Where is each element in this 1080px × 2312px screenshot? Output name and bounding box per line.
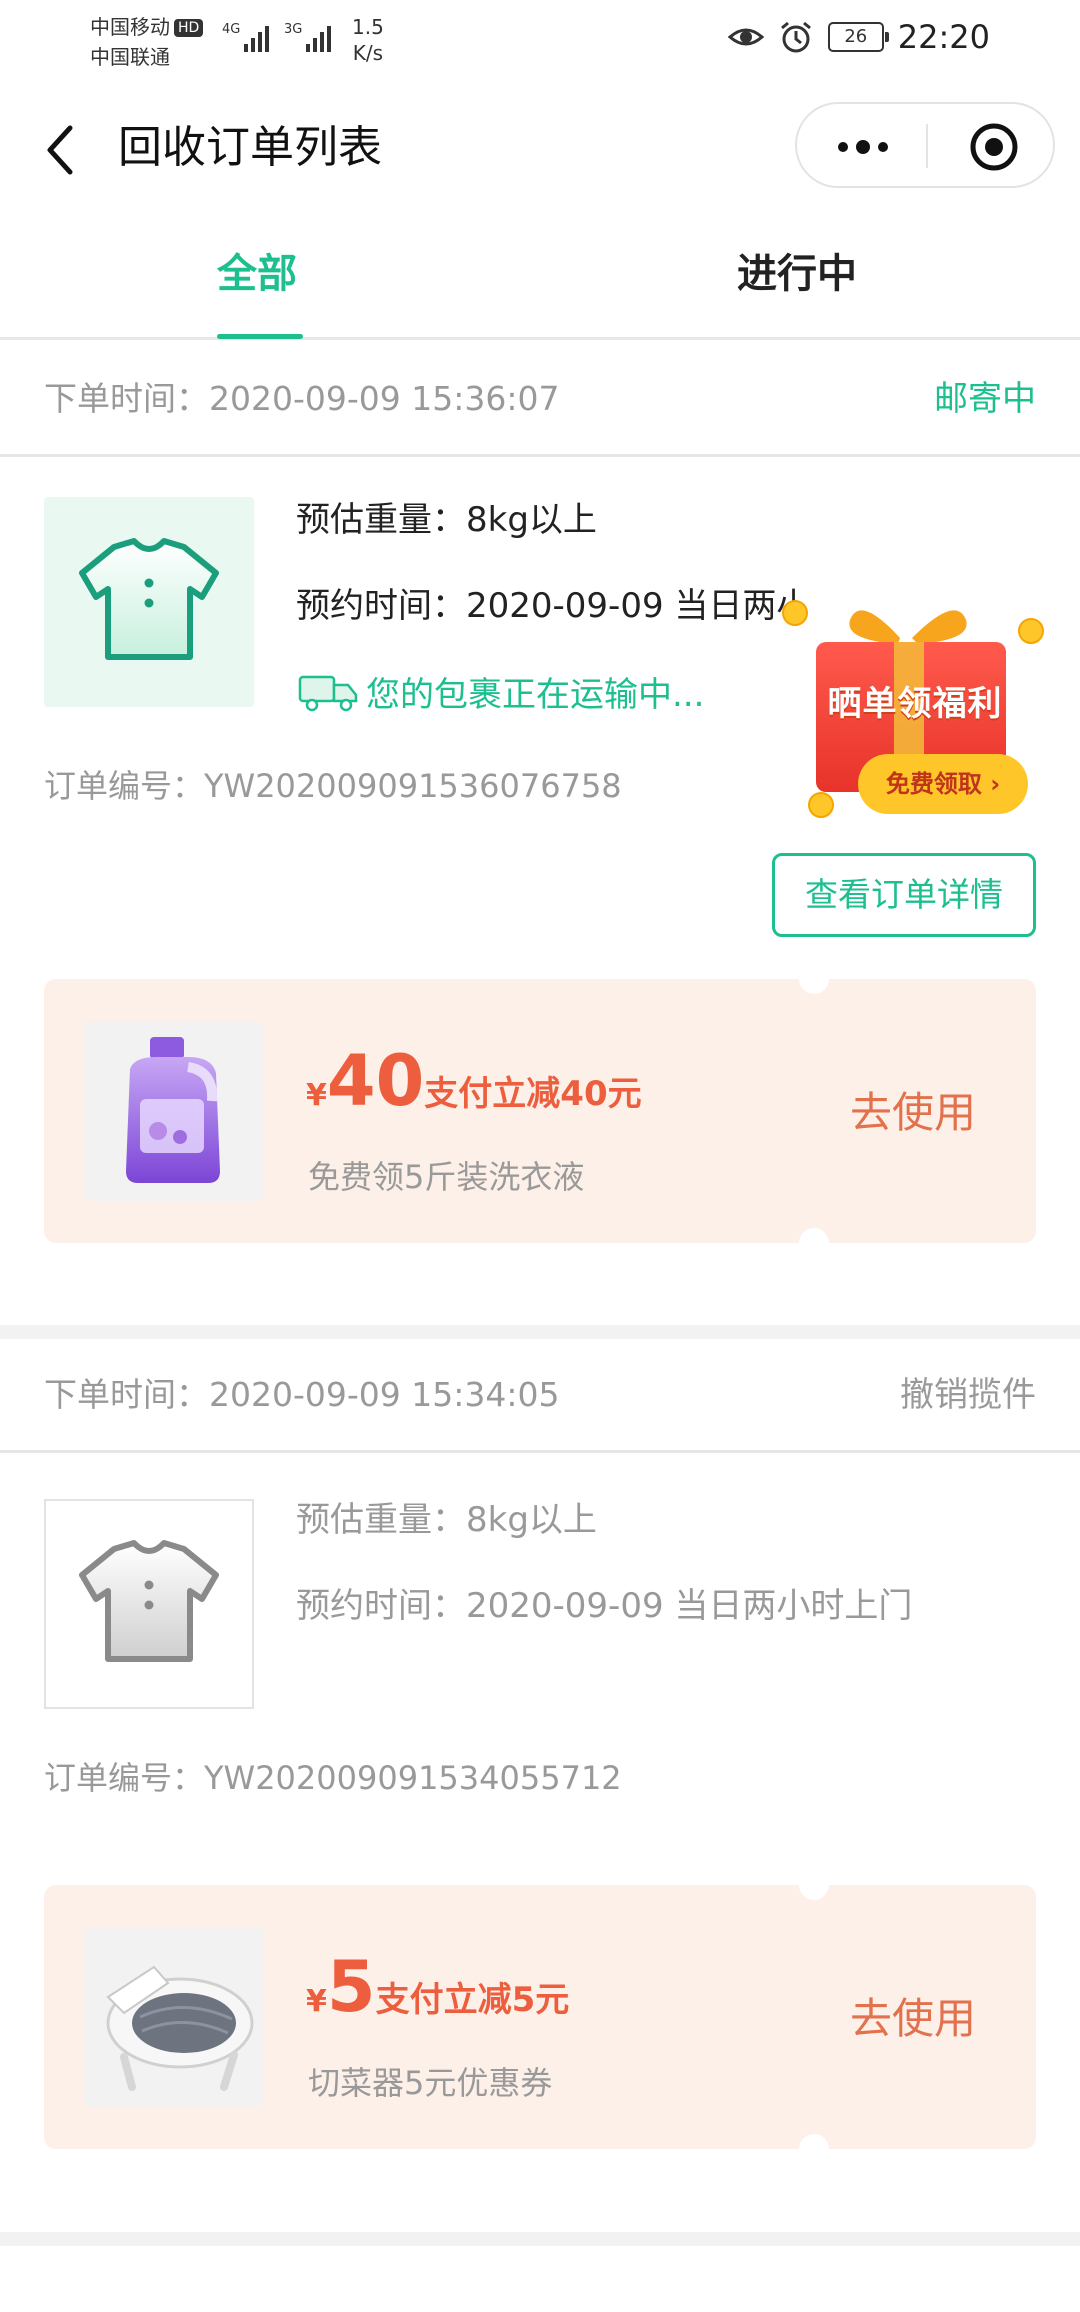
coupon-amount: 5 <box>326 1946 376 2028</box>
net-speed-value: 1.5 <box>352 15 384 39</box>
coupon-notch-top <box>799 1870 829 1900</box>
gift-sparkle-dot <box>808 792 834 818</box>
carrier-1: 中国移动 <box>90 15 170 39</box>
coupon-price: ¥5支付立减5元 <box>306 1947 569 2027</box>
status-bar: 中国移动 HD 中国联通 4G 3G 1.5 K/s 26 22:20 <box>0 0 1080 80</box>
close-target-icon[interactable] <box>969 122 1019 172</box>
signal-type-2: 3G <box>284 22 303 37</box>
order-time-label: 下单时间： <box>44 1375 209 1414</box>
signal-bars-2-icon <box>306 22 331 52</box>
alarm-icon <box>780 21 811 53</box>
battery-icon: 26 <box>827 22 889 52</box>
estimated-weight: 预估重量：8kg以上 <box>296 1500 597 1540</box>
coupon-notch-top <box>799 964 829 994</box>
view-order-detail-button[interactable]: 查看订单详情 <box>772 853 1036 937</box>
carrier-2: 中国联通 <box>90 45 170 69</box>
signal-bars-1-icon <box>244 22 269 52</box>
shipping-status: 您的包裹正在运输中... <box>296 667 704 716</box>
shirt-icon <box>79 1540 219 1662</box>
order-status: 撤销揽件 <box>900 1375 1036 1415</box>
free-claim-button[interactable]: 免费领取 › <box>858 754 1028 814</box>
coupon-subtitle: 免费领5斤装洗衣液 <box>308 1158 585 1196</box>
order-status: 邮寄中 <box>934 379 1036 419</box>
clock: 22:20 <box>897 18 990 56</box>
coupon-description: 支付立减40元 <box>424 1074 642 1114</box>
coupon-subtitle: 切菜器5元优惠券 <box>308 2064 553 2102</box>
delivery-truck-icon <box>298 675 358 711</box>
coupon-currency: ¥ <box>306 1984 327 2019</box>
gift-sparkle-dot <box>782 600 808 626</box>
use-coupon-button[interactable]: 去使用 <box>850 1083 976 1143</box>
tab-all[interactable]: 全部 <box>217 246 297 302</box>
back-arrow-icon[interactable] <box>40 120 80 180</box>
order-card: 下单时间：2020-09-09 15:36:07 邮寄中 预估重量：8kg以上 … <box>0 343 1080 1325</box>
vegetable-cutter-product-image <box>84 1927 264 2107</box>
vegetable-cutter-icon <box>106 1965 254 2091</box>
coupon-amount: 40 <box>326 1040 425 1122</box>
appointment-time: 预约时间：2020-09-09 当日两小时上 <box>296 586 796 626</box>
miniprogram-capsule <box>795 102 1055 188</box>
gift-sparkle-dot <box>1018 618 1044 644</box>
shipping-text: 您的包裹正在运输中... <box>366 675 705 715</box>
coupon-card[interactable]: ¥40支付立减40元 免费领5斤装洗衣液 去使用 <box>44 964 1036 1258</box>
order-header: 下单时间：2020-09-09 15:36:07 邮寄中 <box>0 343 1080 457</box>
page-title: 回收订单列表 <box>118 122 382 173</box>
shirt-icon <box>79 538 219 660</box>
signal-type-1: 4G <box>222 22 241 37</box>
clothing-thumbnail <box>44 1499 254 1709</box>
more-dots-icon[interactable] <box>833 132 893 162</box>
order-number: 订单编号：YW202009091536076758 <box>44 767 622 805</box>
net-speed-unit: K/s <box>352 41 384 65</box>
order-time-value: 2020-09-09 15:36:07 <box>209 379 560 418</box>
appointment-time: 预约时间：2020-09-09 当日两小时上门 <box>296 1586 913 1626</box>
coupon-notch-bottom <box>799 2134 829 2164</box>
order-card: 下单时间：2020-09-09 15:34:05 撤销揽件 预估重量：8kg以上… <box>0 1339 1080 2239</box>
capsule-divider <box>926 124 928 168</box>
network-speed: 1.5 K/s <box>352 14 384 66</box>
next-order-card-partial <box>0 2246 1080 2312</box>
section-divider <box>0 2232 1080 2246</box>
nav-bar: 回收订单列表 <box>0 80 1080 210</box>
order-header: 下单时间：2020-09-09 15:34:05 撤销揽件 <box>0 1339 1080 1453</box>
coupon-price: ¥40支付立减40元 <box>306 1041 642 1121</box>
order-time: 下单时间：2020-09-09 15:36:07 <box>44 373 559 425</box>
coupon-card[interactable]: ¥5支付立减5元 切菜器5元优惠券 去使用 <box>44 1870 1036 2164</box>
eye-icon <box>727 28 764 46</box>
order-time-label: 下单时间： <box>44 379 209 418</box>
coupon-notch-bottom <box>799 1228 829 1258</box>
order-time: 下单时间：2020-09-09 15:34:05 <box>44 1369 559 1421</box>
detergent-product-image <box>84 1021 264 1201</box>
tab-bar: 全部 进行中 <box>0 210 1080 340</box>
detergent-bottle-icon <box>126 1037 220 1183</box>
section-divider <box>0 1325 1080 1339</box>
tab-active-indicator <box>217 334 303 339</box>
coupon-description: 支付立减5元 <box>375 1980 570 2020</box>
gift-title: 晒单领福利 <box>827 684 1003 724</box>
tab-in-progress[interactable]: 进行中 <box>737 246 857 302</box>
carrier-info: 中国移动 HD 中国联通 <box>90 12 204 72</box>
clothing-thumbnail <box>44 497 254 707</box>
hd-badge: HD <box>174 19 204 37</box>
battery-level: 26 <box>844 26 868 47</box>
use-coupon-button[interactable]: 去使用 <box>850 1989 976 2049</box>
estimated-weight: 预估重量：8kg以上 <box>296 500 597 540</box>
coupon-currency: ¥ <box>306 1078 327 1113</box>
order-time-value: 2020-09-09 15:34:05 <box>209 1375 560 1414</box>
order-number: 订单编号：YW202009091534055712 <box>44 1759 622 1797</box>
